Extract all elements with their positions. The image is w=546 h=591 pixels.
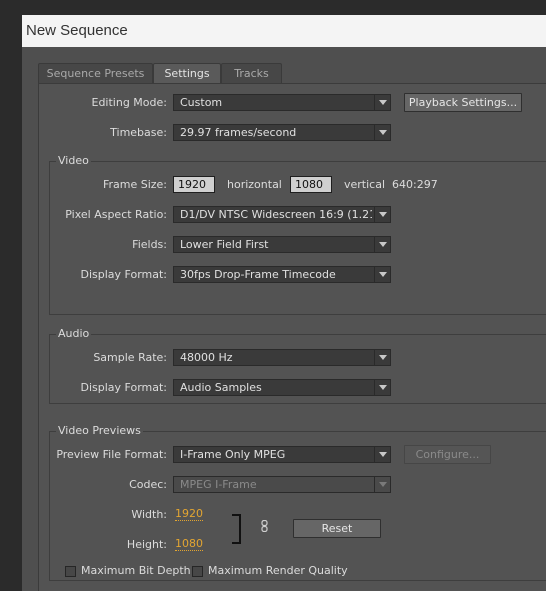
chain-link-icon[interactable] (261, 520, 269, 532)
preview-height-label: Height: (126, 538, 167, 551)
preview-width-value[interactable]: 1920 (175, 508, 203, 521)
video-display-format-dropdown[interactable]: 30fps Drop-Frame Timecode (173, 266, 391, 283)
chevron-down-icon (374, 207, 390, 222)
frame-height-input[interactable]: 1080 (290, 176, 332, 193)
codec-label: Codec: (129, 478, 167, 491)
preview-file-format-value: I-Frame Only MPEG (180, 448, 286, 461)
video-display-format-label: Display Format: (80, 268, 167, 281)
audio-display-format-dropdown[interactable]: Audio Samples (173, 379, 391, 396)
tab-settings[interactable]: Settings (153, 63, 221, 84)
tab-sequence-presets[interactable]: Sequence Presets (38, 63, 153, 83)
playback-settings-button[interactable]: Playback Settings... (404, 93, 522, 112)
reset-button[interactable]: Reset (293, 519, 381, 538)
frame-size-label: Frame Size: (102, 178, 167, 191)
chevron-down-icon (374, 267, 390, 282)
timebase-value: 29.97 frames/second (180, 126, 297, 139)
codec-value: MPEG I-Frame (180, 478, 257, 491)
editing-mode-label: Editing Mode: (91, 96, 168, 109)
window-title: New Sequence (22, 15, 546, 47)
audio-display-format-label: Display Format: (80, 381, 167, 394)
vertical-label: vertical (344, 178, 386, 191)
timebase-label: Timebase: (110, 126, 167, 139)
max-render-quality-label: Maximum Render Quality (208, 564, 348, 577)
link-bracket (232, 514, 241, 544)
chevron-down-icon (374, 380, 390, 395)
chevron-down-icon (374, 477, 390, 492)
editing-mode-dropdown[interactable]: Custom (173, 94, 391, 111)
frame-width-input[interactable]: 1920 (173, 176, 215, 193)
new-sequence-dialog: New Sequence Sequence Presets Settings T… (22, 15, 546, 591)
pixel-aspect-ratio-dropdown[interactable]: D1/DV NTSC Widescreen 16:9 (1.21... (173, 206, 391, 223)
chevron-down-icon (374, 350, 390, 365)
sample-rate-value: 48000 Hz (180, 351, 233, 364)
video-group-title: Video (56, 154, 91, 167)
preview-file-format-dropdown[interactable]: I-Frame Only MPEG (173, 446, 391, 463)
frame-aspect-ratio: 640:297 (392, 178, 438, 191)
chevron-down-icon (374, 125, 390, 140)
sample-rate-label: Sample Rate: (93, 351, 167, 364)
preview-height-value[interactable]: 1080 (175, 538, 203, 551)
max-render-quality-checkbox[interactable] (192, 566, 203, 577)
preview-width-label: Width: (131, 508, 167, 521)
fields-dropdown[interactable]: Lower Field First (173, 236, 391, 253)
pixel-aspect-ratio-value: D1/DV NTSC Widescreen 16:9 (1.21... (180, 208, 372, 221)
chevron-down-icon (374, 447, 390, 462)
chevron-down-icon (374, 95, 390, 110)
fields-value: Lower Field First (180, 238, 269, 251)
chevron-down-icon (374, 237, 390, 252)
max-bit-depth-checkbox[interactable] (65, 566, 76, 577)
configure-button[interactable]: Configure... (404, 445, 491, 464)
fields-label: Fields: (132, 238, 167, 251)
max-bit-depth-label: Maximum Bit Depth (81, 564, 191, 577)
preview-file-format-label: Preview File Format: (56, 448, 167, 461)
video-previews-group-title: Video Previews (56, 424, 143, 437)
timebase-dropdown[interactable]: 29.97 frames/second (173, 124, 391, 141)
pixel-aspect-ratio-label: Pixel Aspect Ratio: (65, 208, 167, 221)
video-display-format-value: 30fps Drop-Frame Timecode (180, 268, 336, 281)
sample-rate-dropdown[interactable]: 48000 Hz (173, 349, 391, 366)
audio-group-title: Audio (56, 327, 92, 340)
horizontal-label: horizontal (227, 178, 282, 191)
codec-dropdown[interactable]: MPEG I-Frame (173, 476, 391, 493)
audio-display-format-value: Audio Samples (180, 381, 262, 394)
editing-mode-value: Custom (180, 96, 223, 109)
tab-tracks[interactable]: Tracks (221, 63, 282, 83)
settings-panel: Editing Mode: Custom Playback Settings..… (38, 83, 546, 591)
